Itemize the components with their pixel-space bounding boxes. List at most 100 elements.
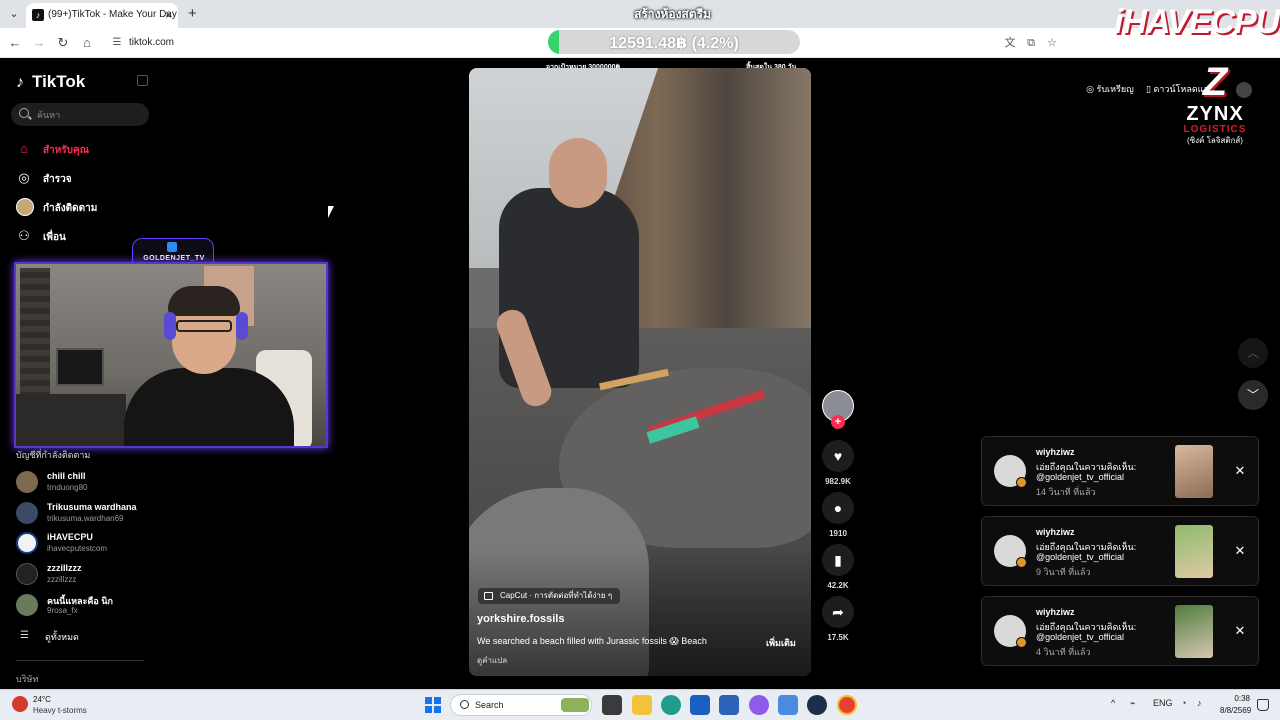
- bookmark-star-icon[interactable]: ☆: [1045, 36, 1059, 50]
- weather-storm-icon[interactable]: [12, 696, 28, 712]
- back-icon[interactable]: ←: [6, 34, 24, 52]
- mention-notification[interactable]: wiyhziwz เอ่ยถึงคุณในความคิดเห็น: @golde…: [981, 516, 1259, 586]
- zynx-logo-mark: Z: [1202, 60, 1228, 104]
- store-icon[interactable]: [719, 695, 739, 715]
- bookmark-count: 42.2K: [827, 581, 849, 590]
- following-account[interactable]: Trikusuma wardhana trikusuma.wardhan69: [16, 500, 166, 526]
- nav-for-you[interactable]: ⌂ สำหรับคุณ: [16, 140, 146, 160]
- app-icon[interactable]: [778, 695, 798, 715]
- badge-icon: [1016, 557, 1027, 568]
- tab-search-icon[interactable]: ⌄: [6, 6, 22, 22]
- streamer-webcam: [14, 262, 328, 448]
- notification-user: wiyhziwz: [1036, 447, 1075, 457]
- previous-video-chevron-up-icon[interactable]: ︿: [1238, 338, 1268, 368]
- video-player[interactable]: CapCut · การตัดต่อที่ทำได้ง่าย ๆ yorkshi…: [469, 68, 811, 676]
- edge-icon[interactable]: [661, 695, 681, 715]
- account-name: chill chill: [47, 471, 86, 481]
- tab-close-icon[interactable]: ×: [165, 8, 172, 22]
- notification-user: wiyhziwz: [1036, 607, 1075, 617]
- tiktok-logo[interactable]: ♪ TikTok: [16, 72, 85, 92]
- forward-icon[interactable]: →: [30, 34, 48, 52]
- coin-icon: ◎: [1086, 84, 1097, 94]
- following-account[interactable]: คนนี้แหละคือ นิก 9rosa_fx: [16, 592, 166, 618]
- close-icon[interactable]: ✕: [1232, 463, 1248, 479]
- mention-notification[interactable]: wiyhziwz เอ่ยถึงคุณในความคิดเห็น: @golde…: [981, 436, 1259, 506]
- notification-bell-icon[interactable]: [1257, 699, 1269, 711]
- following-account[interactable]: zzzillzzz zzzillzzz: [16, 561, 166, 587]
- video-author[interactable]: yorkshire.fossils: [477, 613, 564, 625]
- friends-icon: ⚇: [18, 228, 30, 243]
- sidebar-divider: [16, 660, 144, 661]
- list-icon: ☰: [20, 630, 29, 641]
- avatar: [16, 471, 38, 493]
- account-handle: trikusuma.wardhan69: [47, 514, 124, 523]
- copilot-icon[interactable]: [749, 695, 769, 715]
- home-icon[interactable]: ⌂: [78, 34, 96, 52]
- facebook-icon: [167, 242, 177, 252]
- network-icon[interactable]: ⌁: [1130, 698, 1135, 709]
- mention-notification[interactable]: wiyhziwz เอ่ยถึงคุณในความคิดเห็น: @golde…: [981, 596, 1259, 666]
- comment-button[interactable]: ●: [822, 492, 854, 524]
- close-icon[interactable]: ✕: [1232, 623, 1248, 639]
- comment-count: 1910: [829, 529, 847, 538]
- follow-plus-icon[interactable]: +: [831, 415, 845, 429]
- volume-icon[interactable]: ♪: [1197, 698, 1202, 708]
- company-link[interactable]: บริษัท: [16, 672, 38, 686]
- account-name: Trikusuma wardhana: [47, 502, 137, 512]
- share-button[interactable]: ➦: [822, 596, 854, 628]
- capcut-link[interactable]: CapCut · การตัดต่อที่ทำได้ง่าย ๆ: [478, 588, 621, 604]
- wifi-icon[interactable]: ◔: [1181, 698, 1186, 708]
- file-explorer-icon[interactable]: [632, 695, 652, 715]
- translate-icon[interactable]: 文: [1003, 36, 1017, 50]
- clock-date[interactable]: 8/8/2569: [1220, 706, 1251, 715]
- share-count: 17.5K: [827, 633, 849, 642]
- cast-icon[interactable]: ⧉: [1024, 36, 1038, 50]
- search-input[interactable]: [37, 107, 142, 122]
- get-coins-button[interactable]: ◎ รับเหรียญ: [1074, 78, 1146, 100]
- photoshop-icon[interactable]: [690, 695, 710, 715]
- video-description: We searched a beach filled with Jurassic…: [477, 636, 707, 646]
- close-icon[interactable]: ✕: [1232, 543, 1248, 559]
- taskbar-search[interactable]: Search: [450, 694, 592, 716]
- notification-thumbnail[interactable]: [1175, 445, 1213, 498]
- following-avatar-icon: [16, 198, 34, 216]
- clock-time[interactable]: 0:38: [1230, 694, 1250, 703]
- search-box[interactable]: [11, 103, 149, 126]
- like-button[interactable]: ♥: [822, 440, 854, 472]
- browser-tab[interactable]: ♪ (99+)TikTok - Make Your Day ×: [26, 3, 178, 28]
- windows-start-icon[interactable]: [425, 697, 441, 713]
- account-name: iHAVECPU: [47, 532, 93, 542]
- heart-icon: ♥: [833, 448, 843, 464]
- nav-explore[interactable]: ◎ สำรวจ: [16, 169, 146, 189]
- see-translation-link[interactable]: ดูคำแปล: [477, 654, 507, 667]
- nav-friends[interactable]: ⚇ เพื่อน: [16, 227, 146, 247]
- badge-icon: [1016, 637, 1027, 648]
- following-account[interactable]: iHAVECPU ihavecputestcom: [16, 530, 166, 556]
- collapse-sidebar-icon[interactable]: [137, 75, 148, 86]
- see-all-label: ดูทั้งหมด: [45, 632, 79, 642]
- nav-label: สำหรับคุณ: [43, 145, 89, 156]
- chrome-icon[interactable]: [837, 695, 857, 715]
- notification-thumbnail[interactable]: [1175, 525, 1213, 578]
- donation-progress-bar: 12591.48฿ (4.2%): [548, 30, 800, 54]
- task-view-icon[interactable]: [602, 695, 622, 715]
- site-info-icon[interactable]: ☰: [110, 36, 124, 50]
- chevron-up-icon[interactable]: ^: [1111, 698, 1115, 708]
- next-video-chevron-down-icon[interactable]: ﹀: [1238, 380, 1268, 410]
- steam-icon[interactable]: [807, 695, 827, 715]
- nav-following[interactable]: กำลังติดตาม: [16, 198, 146, 218]
- tiktok-favicon-icon: ♪: [32, 9, 44, 21]
- weather-desc: Heavy t-storms: [33, 706, 87, 715]
- new-tab-icon[interactable]: +: [188, 5, 197, 22]
- home-icon: ⌂: [20, 141, 28, 156]
- address-bar-url[interactable]: tiktok.com: [129, 37, 174, 48]
- notification-thumbnail[interactable]: [1175, 605, 1213, 658]
- bookmark-button[interactable]: ▮: [822, 544, 854, 576]
- see-all-button[interactable]: ☰ ดูทั้งหมด: [16, 628, 136, 644]
- input-language[interactable]: ENG: [1153, 698, 1173, 708]
- see-more-button[interactable]: เพิ่มเติม: [766, 636, 796, 650]
- following-account[interactable]: chill chill trnduong80: [16, 469, 166, 495]
- sponsor-thai: (ซิงค์ โลจิสติกส์): [1187, 136, 1243, 145]
- notification-time: 14 วินาที ที่แล้ว: [1036, 487, 1096, 497]
- reload-icon[interactable]: ↻: [54, 34, 72, 52]
